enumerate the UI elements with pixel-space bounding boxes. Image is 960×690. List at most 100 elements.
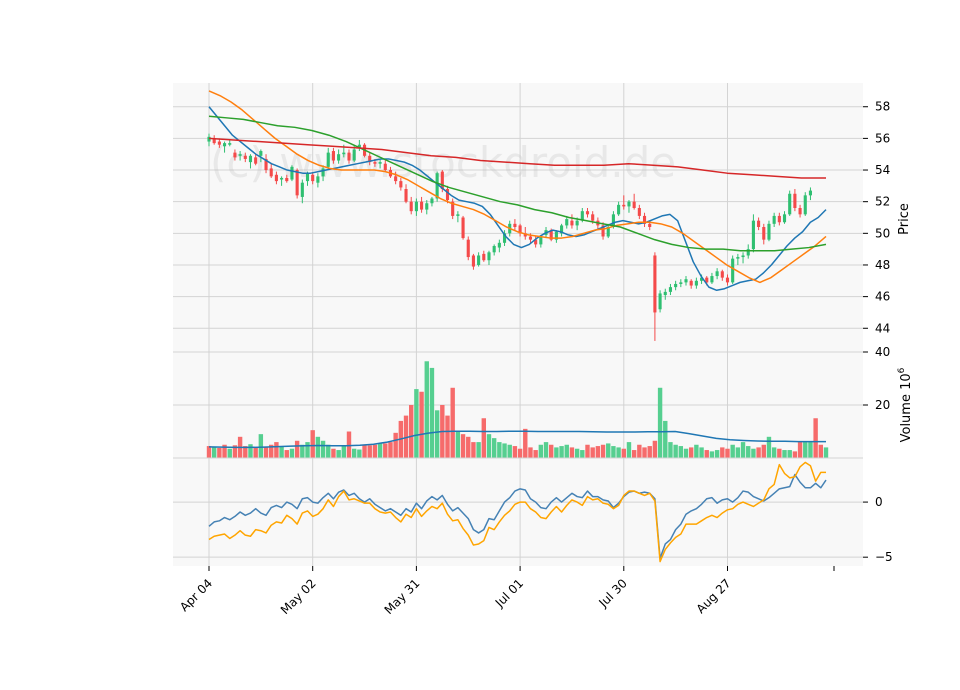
candle-body bbox=[238, 154, 242, 156]
volume-bar bbox=[580, 450, 585, 458]
indicator-panel bbox=[173, 458, 863, 566]
candle-body bbox=[751, 220, 755, 250]
volume-bar bbox=[305, 442, 310, 458]
volume-bar bbox=[341, 446, 347, 458]
volume-bar bbox=[279, 446, 284, 458]
candle-body bbox=[725, 277, 730, 283]
candle-body bbox=[222, 143, 227, 147]
volume-bar bbox=[357, 449, 362, 458]
x-tick-label: May 02 bbox=[278, 576, 319, 617]
volume-bar bbox=[704, 450, 709, 458]
candle-body bbox=[414, 201, 418, 212]
x-tick-label: Jul 30 bbox=[596, 576, 630, 610]
volume-bar bbox=[699, 447, 704, 458]
volume-bar bbox=[808, 442, 813, 458]
candle-body bbox=[684, 279, 688, 283]
candle bbox=[466, 236, 470, 261]
candle-body bbox=[326, 152, 330, 167]
volume-bar bbox=[512, 446, 518, 458]
volume-bar bbox=[637, 444, 642, 458]
volume-bar bbox=[523, 428, 528, 458]
volume-bar bbox=[756, 447, 761, 458]
price-y-tick-label: 48 bbox=[875, 258, 890, 272]
volume-bar bbox=[771, 447, 777, 458]
candle-body bbox=[658, 293, 662, 310]
indicator-y-tick-label: 0 bbox=[875, 495, 883, 509]
candle-body bbox=[337, 154, 341, 161]
volume-axis-label: Volume 106 bbox=[897, 367, 914, 442]
candle-body bbox=[254, 157, 258, 164]
volume-bar bbox=[554, 447, 559, 458]
volume-bar bbox=[517, 448, 523, 458]
candle-body bbox=[668, 287, 673, 292]
volume-bar bbox=[797, 442, 803, 458]
volume-bar bbox=[720, 447, 725, 458]
candle-body bbox=[466, 239, 470, 258]
candle bbox=[658, 290, 662, 313]
x-tick-label: May 31 bbox=[382, 576, 423, 617]
candle-body bbox=[342, 152, 346, 155]
candle-body bbox=[383, 163, 387, 171]
volume-bar bbox=[543, 442, 549, 458]
candle-body bbox=[674, 283, 678, 288]
volume-bar bbox=[694, 444, 699, 458]
candle-body bbox=[482, 253, 486, 261]
candle-body bbox=[528, 236, 533, 240]
volume-bar bbox=[491, 438, 497, 458]
candle-body bbox=[487, 252, 491, 261]
candle-body bbox=[762, 226, 766, 240]
price-panel bbox=[173, 83, 863, 352]
volume-bar bbox=[657, 387, 663, 458]
candle-body bbox=[347, 152, 351, 161]
volume-bar bbox=[528, 447, 533, 458]
volume-bar bbox=[476, 442, 481, 458]
candle-body bbox=[513, 223, 517, 227]
price-y-tick-label: 58 bbox=[875, 100, 890, 114]
volume-axis-label-text: Volume bbox=[899, 394, 914, 442]
volume-bar bbox=[460, 434, 466, 458]
price-y-tick-label: 52 bbox=[875, 195, 890, 209]
candle-body bbox=[663, 291, 667, 296]
volume-bar bbox=[383, 443, 388, 458]
candle-body bbox=[731, 258, 735, 283]
volume-bar bbox=[258, 434, 264, 458]
volume-bar bbox=[253, 447, 258, 458]
price-axis-label: Price bbox=[897, 203, 912, 235]
volume-bar bbox=[678, 446, 684, 458]
volume-bar bbox=[766, 436, 772, 458]
candle-body bbox=[653, 255, 657, 313]
candle-body bbox=[637, 208, 641, 216]
volume-bar bbox=[751, 448, 756, 458]
candle-body bbox=[741, 255, 745, 258]
x-tick-label: Aug 27 bbox=[694, 576, 734, 616]
volume-bar bbox=[777, 448, 782, 458]
volume-bar bbox=[466, 436, 471, 458]
candle-body bbox=[295, 170, 299, 196]
volume-bar bbox=[445, 415, 450, 458]
volume-bar bbox=[616, 447, 621, 458]
candle-body bbox=[352, 149, 356, 161]
volume-bar bbox=[548, 444, 554, 458]
volume-bar bbox=[315, 436, 321, 458]
volume-bar bbox=[818, 444, 824, 458]
volume-bar bbox=[538, 444, 544, 458]
candle-body bbox=[782, 214, 787, 223]
volume-bar bbox=[714, 450, 720, 458]
volume-bar bbox=[362, 444, 367, 458]
volume-bar bbox=[683, 448, 689, 458]
volume-bar bbox=[429, 367, 435, 458]
volume-bar bbox=[419, 391, 424, 458]
price-y-tick-label: 50 bbox=[875, 226, 890, 240]
candle-body bbox=[274, 174, 278, 182]
candle-body bbox=[492, 245, 496, 253]
x-tick-label: Apr 04 bbox=[177, 576, 215, 614]
volume-bar bbox=[377, 443, 383, 458]
volume-bar bbox=[211, 447, 217, 458]
volume-bar bbox=[502, 443, 507, 458]
volume-bar bbox=[647, 446, 652, 458]
volume-bar bbox=[606, 443, 611, 458]
candle-body bbox=[632, 201, 636, 209]
candle-body bbox=[777, 215, 781, 223]
volume-bar bbox=[455, 431, 461, 458]
candle-body bbox=[248, 155, 253, 163]
